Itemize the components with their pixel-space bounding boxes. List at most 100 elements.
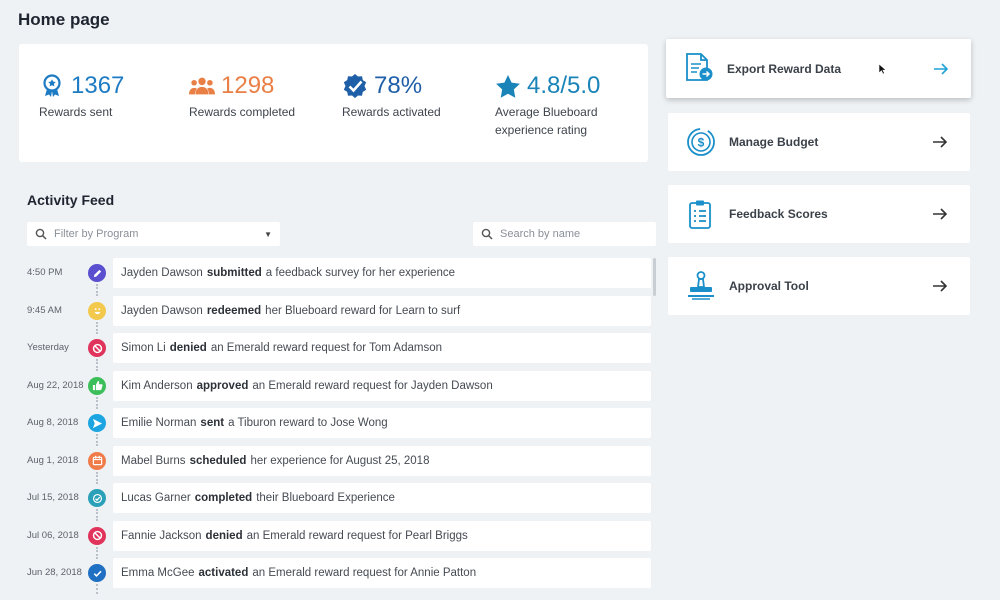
feed-time: 4:50 PM <box>27 267 63 278</box>
pencil-icon <box>88 264 106 282</box>
arrow-right-icon <box>933 280 948 292</box>
filter-by-program-dropdown[interactable]: Filter by Program ▼ <box>27 222 280 246</box>
feed-card[interactable]: Fannie Jackson denied an Emerald reward re… <box>113 520 651 551</box>
action-label: Manage Budget <box>729 135 819 149</box>
feed-item: Yesterday Simon Li denied an Emerald rewar… <box>0 333 660 371</box>
search-icon <box>35 228 47 240</box>
feed-card[interactable]: Emilie Norman sent a Tiburon reward to Jos… <box>113 408 651 438</box>
feed-detail: an Emerald reward request for Pearl Brig… <box>246 529 468 542</box>
timeline-connector <box>96 584 98 594</box>
approval-tool-button[interactable]: Approval Tool <box>668 257 970 315</box>
arrow-right-icon <box>933 208 948 220</box>
feed-item: Aug 8, 2018 Emilie Norman sent a Tiburon r… <box>0 408 660 446</box>
feed-time: 9:45 AM <box>27 304 62 316</box>
ban-icon <box>88 339 106 357</box>
action-label: Approval Tool <box>729 279 809 293</box>
budget-dollar-icon: $ <box>687 128 715 156</box>
stat-label: experience rating <box>495 123 588 137</box>
stamp-icon <box>688 271 714 300</box>
feed-time: Aug 22, 2018 <box>27 379 84 391</box>
feed-time: Yesterday <box>27 342 69 353</box>
manage-budget-button[interactable]: $ Manage Budget <box>668 113 970 171</box>
check-icon <box>88 564 106 582</box>
stat-value: 1298 <box>221 72 275 99</box>
svg-text:$: $ <box>698 136 705 150</box>
export-reward-data-button[interactable]: Export Reward Data <box>666 39 971 98</box>
feed-actor: Jayden Dawson <box>121 304 203 317</box>
search-placeholder: Search by name <box>500 228 581 240</box>
feed-verb: scheduled <box>189 454 247 467</box>
feed-actor: Lucas Garner <box>121 492 191 504</box>
feed-actor: Jayden Dawson <box>121 267 203 279</box>
feed-actor: Simon Li <box>121 342 166 354</box>
feed-time: Jul 06, 2018 <box>27 529 79 541</box>
feed-card[interactable]: Emma McGee activated an Emerald reward req… <box>113 558 651 588</box>
ribbon-icon <box>39 73 65 99</box>
stat-value: 78% <box>374 72 423 99</box>
feed-item: 4:50 PM Jayden Dawson submitted a feedback… <box>0 258 660 296</box>
stat-value: 1367 <box>71 72 125 99</box>
stat-label: Average Blueboard <box>495 105 598 119</box>
feed-verb: submitted <box>206 267 262 279</box>
timeline-connector <box>96 546 98 559</box>
feed-detail: their Blueboard Experience <box>256 492 395 504</box>
timeline-connector <box>96 359 98 371</box>
arrow-right-icon <box>933 136 948 148</box>
feed-time: Aug 8, 2018 <box>27 417 79 428</box>
search-by-name-input[interactable]: Search by name <box>473 222 656 246</box>
stat-rewards-activated: 78% Rewards activated <box>342 71 441 121</box>
action-label: Feedback Scores <box>729 207 828 221</box>
timeline-connector <box>96 471 98 484</box>
stat-rewards-completed: 1298 Rewards completed <box>189 71 295 121</box>
feed-verb: sent <box>200 417 225 429</box>
stat-label: Rewards completed <box>189 105 296 119</box>
check-badge-icon <box>88 489 106 507</box>
timeline-connector <box>96 321 98 334</box>
feed-actor: Mabel Burns <box>121 454 186 467</box>
feed-verb: completed <box>194 492 253 504</box>
feed-actor: Emma McGee <box>121 567 195 579</box>
page-title: Home page <box>18 10 110 29</box>
feed-item: 9:45 AM Jayden Dawson redeemed her Blueboa… <box>0 295 660 334</box>
stat-label: Rewards activated <box>342 105 441 119</box>
star-icon <box>495 73 521 99</box>
feed-card[interactable]: Lucas Garner completed their Blueboard Exp… <box>113 483 651 513</box>
export-document-icon <box>686 53 713 81</box>
feed-verb: activated <box>198 567 249 579</box>
feedback-scores-button[interactable]: Feedback Scores <box>668 185 970 243</box>
timeline-connector <box>96 284 98 296</box>
stats-card: 1367 Rewards sent 1298 Rewards completed… <box>19 44 648 162</box>
feed-detail: her Blueboard reward for Learn to surf <box>265 304 461 317</box>
feed-verb: denied <box>169 342 207 354</box>
feed-item: Jun 28, 2018 Emma McGee activated an Emera… <box>0 558 660 594</box>
feed-item: Jul 15, 2018 Lucas Garner completed their … <box>0 483 660 521</box>
feed-scrollbar[interactable] <box>653 258 656 296</box>
feed-card[interactable]: Jayden Dawson redeemed her Blueboard rewar… <box>113 295 651 326</box>
people-icon <box>189 73 215 99</box>
stat-rewards-sent: 1367 Rewards sent <box>39 71 124 121</box>
caret-down-icon: ▼ <box>264 229 272 239</box>
feed-time: Aug 1, 2018 <box>27 454 79 466</box>
feed-time: Jun 28, 2018 <box>27 567 82 578</box>
feed-detail: a feedback survey for her experience <box>265 267 455 279</box>
feed-actor: Kim Anderson <box>121 379 193 392</box>
feed-detail: an Emerald reward request for Annie Patt… <box>252 567 477 579</box>
filter-placeholder: Filter by Program <box>54 228 139 240</box>
feed-card[interactable]: Kim Anderson approved an Emerald reward re… <box>113 370 651 401</box>
feed-card[interactable]: Jayden Dawson submitted a feedback survey … <box>113 258 651 288</box>
feed-card[interactable]: Mabel Burns scheduled her experience for A… <box>113 445 651 476</box>
arrow-right-icon <box>934 62 949 75</box>
stat-average-rating: 4.8/5.0 Average Blueboard experience rat… <box>495 71 600 139</box>
stat-value: 4.8/5.0 <box>527 72 601 99</box>
feed-item: Aug 22, 2018 Kim Anderson approved an Emer… <box>0 370 660 409</box>
feed-verb: denied <box>205 529 243 542</box>
mouse-cursor-icon <box>878 63 887 75</box>
feed-item: Aug 1, 2018 Mabel Burns scheduled her expe… <box>0 445 660 484</box>
smile-icon <box>88 301 106 320</box>
feed-card[interactable]: Simon Li denied an Emerald reward request … <box>113 333 651 363</box>
send-icon <box>88 414 106 432</box>
feed-verb: redeemed <box>206 304 262 317</box>
feed-detail: her experience for August 25, 2018 <box>250 454 430 467</box>
timeline-connector <box>96 434 98 446</box>
calendar-icon <box>88 451 106 470</box>
